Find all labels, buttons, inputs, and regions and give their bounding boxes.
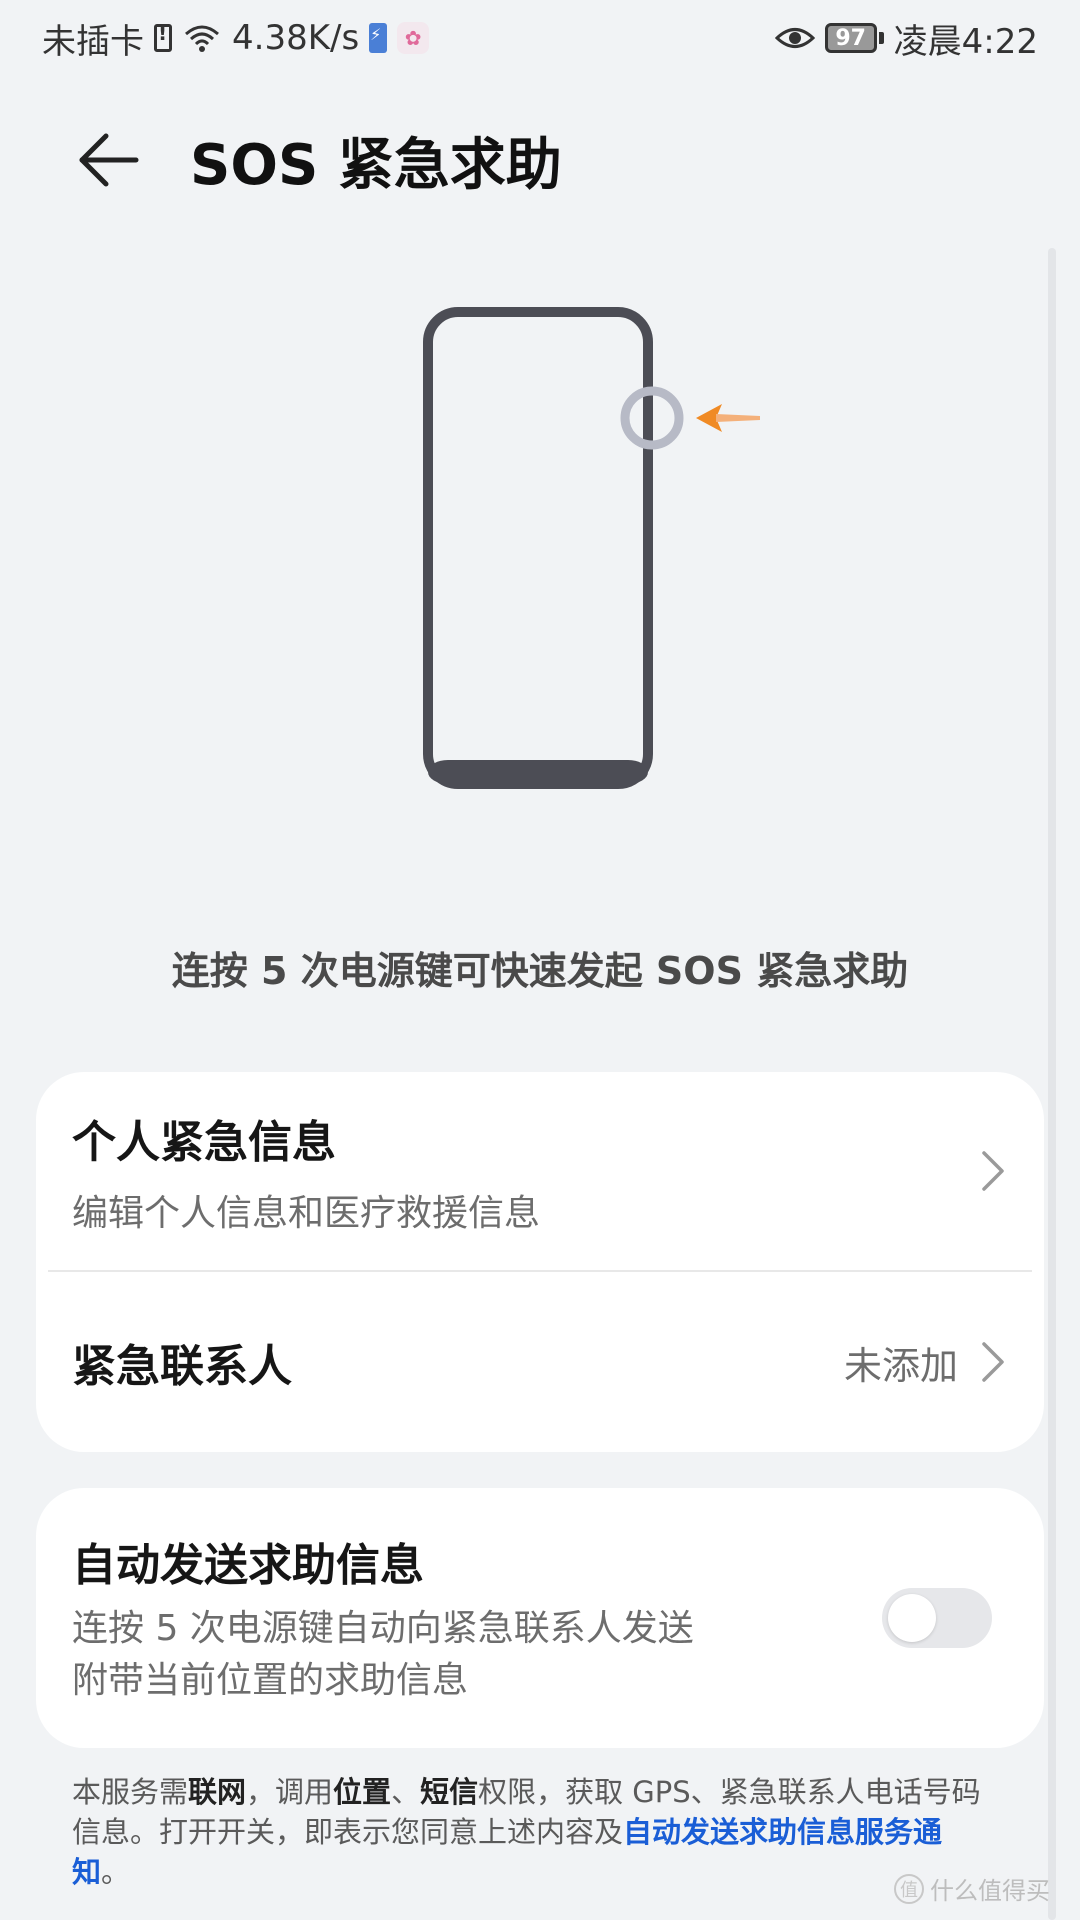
app-notification-icon: ✿ <box>397 22 430 54</box>
personal-info-title: 个人紧急信息 <box>72 1117 336 1168</box>
personal-info-text: 个人紧急信息 编辑个人信息和医疗救援信息 <box>72 1106 978 1236</box>
notice-text-2: ，调用 <box>246 1775 334 1809</box>
auto-send-description: 连按 5 次电源键自动向紧急联系人发送 附带当前位置的求助信息 <box>72 1603 842 1707</box>
sim-alert-icon <box>154 21 172 52</box>
auto-send-title: 自动发送求助信息 <box>72 1540 424 1591</box>
status-bar: 未插卡 4.38K/s ✿ 97 凌晨4:22 <box>0 0 1080 76</box>
battery-icon: 97 <box>824 23 884 53</box>
back-arrow-icon <box>79 133 139 187</box>
notice-end: 。 <box>101 1855 131 1889</box>
back-button[interactable] <box>48 100 168 220</box>
emergency-contact-title: 紧急联系人 <box>72 1341 292 1392</box>
personal-emergency-info-item[interactable]: 个人紧急信息 编辑个人信息和医疗救援信息 <box>36 1072 1044 1270</box>
watermark-badge: 值 <box>894 1873 924 1904</box>
page-title: SOS 紧急求助 <box>190 132 562 198</box>
emergency-contact-item[interactable]: 紧急联系人 未添加 <box>36 1272 1044 1452</box>
notice-location: 位置 <box>333 1775 392 1809</box>
auto-send-description-line1: 连按 5 次电源键自动向紧急联系人发送 <box>72 1608 694 1649</box>
watermark: 值 什么值得买 <box>894 1871 1050 1906</box>
personal-info-subtitle: 编辑个人信息和医疗救援信息 <box>72 1193 541 1234</box>
auto-send-item[interactable]: 自动发送求助信息 连按 5 次电源键自动向紧急联系人发送 附带当前位置的求助信息 <box>36 1488 1044 1748</box>
carrier-label: 未插卡 <box>42 21 144 62</box>
status-bar-right: 97 凌晨4:22 <box>774 14 1038 63</box>
notice-separator: 、 <box>391 1775 421 1809</box>
phone-outline <box>423 307 653 789</box>
chevron-right-icon <box>982 1342 1004 1382</box>
app-bar: SOS 紧急求助 <box>0 100 1080 220</box>
clock: 凌晨4:22 <box>893 21 1038 62</box>
toggle-knob <box>888 1594 936 1642</box>
watermark-text: 什么值得买 <box>930 1877 1050 1905</box>
chevron-right-icon <box>982 1151 1004 1191</box>
auto-send-card: 自动发送求助信息 连按 5 次电源键自动向紧急联系人发送 附带当前位置的求助信息 <box>36 1488 1044 1748</box>
emergency-info-card: 个人紧急信息 编辑个人信息和医疗救援信息 紧急联系人 未添加 <box>36 1072 1044 1452</box>
scrollbar[interactable] <box>1048 248 1056 1920</box>
emergency-contact-text: 紧急联系人 <box>72 1330 844 1394</box>
sos-hint-text: 连按 5 次电源键可快速发起 SOS 紧急求助 <box>171 949 909 993</box>
pointer-arrow-tail <box>716 414 760 422</box>
power-button-illustration <box>423 307 760 789</box>
charging-icon <box>369 23 388 53</box>
auto-send-toggle[interactable] <box>882 1588 992 1648</box>
auto-send-text: 自动发送求助信息 连按 5 次电源键自动向紧急联系人发送 附带当前位置的求助信息 <box>72 1529 842 1707</box>
notice-text-1: 本服务需 <box>72 1775 189 1809</box>
status-bar-left: 未插卡 4.38K/s ✿ <box>42 14 430 63</box>
battery-level: 97 <box>824 23 877 53</box>
privacy-notice: 本服务需联网，调用位置、短信权限，获取 GPS、紧急联系人电话号码信息。打开开关… <box>72 1772 992 1892</box>
sos-page: 未插卡 4.38K/s ✿ 97 凌晨4:22 <box>0 0 1080 1920</box>
battery-tip <box>878 32 884 44</box>
network-speed: 4.38K/s <box>232 18 360 58</box>
notice-network: 联网 <box>188 1775 247 1809</box>
phone-bottom-edge <box>428 760 648 784</box>
notice-sms: 短信 <box>420 1775 479 1809</box>
wifi-icon <box>185 25 219 52</box>
auto-send-description-line2: 附带当前位置的求助信息 <box>72 1660 469 1701</box>
emergency-contact-value: 未添加 <box>843 1343 958 1388</box>
eye-comfort-icon <box>774 28 815 48</box>
